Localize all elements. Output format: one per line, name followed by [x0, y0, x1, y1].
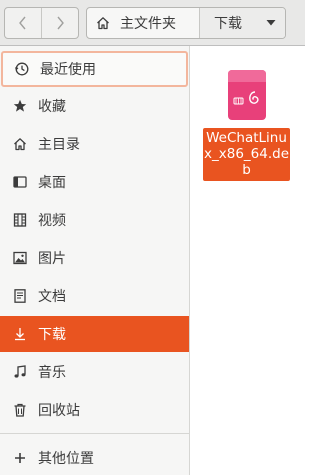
sidebar-item-label: 其他位置 [38, 451, 94, 467]
sidebar: 最近使用 收藏 主目录 桌面 视频 图片 文档 下载 音乐 回收站 其他位置 [0, 46, 190, 475]
clock-icon [15, 62, 29, 76]
chevron-left-icon [19, 16, 26, 30]
film-icon [13, 213, 27, 227]
header-bar: 主文件夹 下载 [0, 0, 305, 46]
sidebar-item-videos[interactable]: 视频 [0, 202, 189, 238]
sidebar-separator [0, 433, 189, 434]
sidebar-item-label: 主目录 [38, 137, 80, 153]
sidebar-item-desktop[interactable]: 桌面 [0, 164, 189, 200]
debian-package-icon [227, 70, 266, 120]
home-icon [97, 17, 109, 30]
sidebar-item-label: 音乐 [38, 365, 66, 381]
sidebar-item-downloads[interactable]: 下载 [0, 316, 189, 352]
sidebar-item-label: 下载 [38, 327, 66, 343]
plus-icon [15, 453, 25, 463]
caret-down-icon[interactable] [266, 19, 276, 27]
sidebar-item-label: 最近使用 [40, 62, 96, 78]
download-icon [15, 328, 25, 341]
music-icon [14, 365, 26, 378]
sidebar-item-label: 文档 [38, 289, 66, 305]
sidebar-item-pictures[interactable]: 图片 [0, 240, 189, 276]
breadcrumb-home-label: 主文件夹 [120, 16, 176, 32]
forward-button[interactable] [41, 8, 78, 38]
desktop-icon [13, 176, 27, 188]
sidebar-item-starred[interactable]: 收藏 [0, 88, 189, 124]
home-icon [14, 138, 26, 151]
breadcrumb-current[interactable]: 下载 [200, 8, 285, 38]
sidebar-item-music[interactable]: 音乐 [0, 354, 189, 390]
back-button[interactable] [5, 8, 41, 38]
sidebar-item-documents[interactable]: 文档 [0, 278, 189, 314]
file-view: WeChatLinux_x86_64.deb [190, 46, 305, 475]
file-name-label: WeChatLinux_x86_64.deb [203, 128, 290, 181]
breadcrumb-current-label: 下载 [214, 16, 242, 32]
sidebar-item-label: 图片 [38, 251, 66, 267]
path-bar: 主文件夹 下载 [86, 7, 286, 39]
sidebar-item-label: 收藏 [38, 99, 66, 115]
sidebar-item-recent[interactable]: 最近使用 [1, 51, 188, 87]
sidebar-item-label: 视频 [38, 213, 66, 229]
file-item[interactable]: WeChatLinux_x86_64.deb [203, 68, 290, 181]
sidebar-item-trash[interactable]: 回收站 [0, 392, 189, 428]
navigation-buttons [4, 7, 79, 39]
chevron-right-icon [57, 16, 64, 30]
breadcrumb-home[interactable]: 主文件夹 [87, 8, 200, 38]
star-icon [13, 99, 27, 112]
sidebar-item-label: 桌面 [38, 175, 66, 191]
sidebar-item-other-locations[interactable]: 其他位置 [0, 440, 189, 476]
trash-icon [14, 403, 26, 417]
image-icon [13, 251, 27, 265]
sidebar-item-label: 回收站 [38, 403, 80, 419]
sidebar-item-home[interactable]: 主目录 [0, 126, 189, 162]
document-icon [14, 289, 26, 303]
